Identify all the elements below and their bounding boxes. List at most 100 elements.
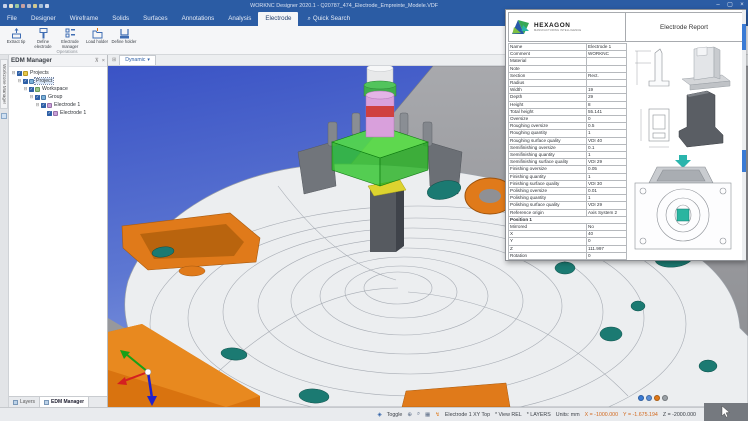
quick-access-icon[interactable] bbox=[27, 4, 31, 8]
load-holder-button[interactable]: Load holder bbox=[84, 27, 110, 49]
tab-annotations[interactable]: Annotations bbox=[175, 12, 222, 26]
report-row-value bbox=[587, 58, 627, 65]
report-row-value: Axis System 2 bbox=[587, 209, 627, 216]
checkbox-icon[interactable]: ✓ bbox=[47, 111, 52, 116]
expander-icon[interactable]: ⊟ bbox=[17, 78, 22, 84]
tab-analysis[interactable]: Analysis bbox=[221, 12, 258, 26]
tab-wireframe[interactable]: Wireframe bbox=[63, 12, 106, 26]
report-row-label: Rotation bbox=[509, 252, 587, 259]
toggle-label[interactable]: Toggle bbox=[387, 412, 403, 418]
close-icon[interactable]: × bbox=[102, 58, 105, 64]
tree-node-workspace[interactable]: ⊟ ✓ Workspace bbox=[23, 85, 107, 93]
coord-z: Z = -2000.000 bbox=[663, 412, 696, 418]
pin-icon[interactable]: ⊼ bbox=[95, 58, 99, 64]
report-row-label: Roughing quantity bbox=[509, 130, 587, 137]
quick-access-icon[interactable] bbox=[45, 4, 49, 8]
report-row-value: 0.05 bbox=[587, 166, 627, 173]
report-row: Roughing quantity 1 bbox=[509, 130, 627, 137]
quick-access-icon[interactable] bbox=[21, 4, 25, 8]
report-row-value: VDI 30 bbox=[587, 180, 627, 187]
viewport-tool-icon[interactable] bbox=[646, 395, 652, 401]
toggle-icon[interactable]: ◈ bbox=[378, 412, 382, 418]
tab-edm-manager[interactable]: EDM Manager bbox=[40, 397, 89, 407]
button-label: Electrode manager bbox=[57, 40, 83, 49]
report-row-value: VDI 29 bbox=[587, 159, 627, 166]
electrode-shank bbox=[370, 190, 396, 252]
report-row-label: X bbox=[509, 231, 587, 238]
checkbox-icon[interactable]: ✓ bbox=[29, 87, 34, 92]
magnifier-icon[interactable]: ⌕ bbox=[417, 411, 420, 418]
window-title: WORKNC Designer 2020.1 - Q20787_474_Elec… bbox=[250, 3, 438, 9]
checkbox-icon[interactable]: ✓ bbox=[41, 103, 46, 108]
tab-electrode[interactable]: Electrode bbox=[258, 12, 298, 26]
report-row-value: 0 bbox=[587, 238, 627, 245]
tab-label: Layers bbox=[20, 399, 35, 405]
define-electrode-button[interactable]: Define electrode bbox=[30, 27, 56, 49]
expander-icon[interactable]: ⊟ bbox=[23, 86, 28, 92]
quick-access-icon[interactable] bbox=[9, 4, 13, 8]
report-row: Y 0 bbox=[509, 238, 627, 245]
tab-label: EDM Manager bbox=[51, 399, 84, 405]
report-row-label: Comment bbox=[509, 51, 587, 58]
expander-icon[interactable]: ⊟ bbox=[35, 102, 40, 108]
position-header: Position 1 bbox=[509, 216, 627, 223]
report-row: Polishing oversize 0.01 bbox=[509, 188, 627, 195]
tab-designer[interactable]: Designer bbox=[24, 12, 63, 26]
view-tab-dynamic[interactable]: Dynamic ▾ bbox=[119, 55, 156, 65]
report-row: Width 19 bbox=[509, 87, 627, 94]
button-label: Define holder bbox=[111, 40, 137, 45]
drawing-front-view bbox=[641, 109, 669, 147]
extract-tip-button[interactable]: Extract tip bbox=[3, 27, 29, 49]
expander-icon[interactable]: ⊟ bbox=[29, 94, 34, 100]
quick-access-icon[interactable] bbox=[15, 4, 19, 8]
electrode-drawings bbox=[627, 43, 739, 255]
viewport-tool-icon[interactable] bbox=[654, 395, 660, 401]
viewport-tool-icon[interactable] bbox=[662, 395, 668, 401]
tab-layers[interactable]: Layers bbox=[9, 397, 40, 407]
checkbox-icon[interactable]: ✓ bbox=[35, 95, 40, 100]
report-row-value: 0 bbox=[587, 116, 627, 123]
quick-search[interactable]: ⌕ Quick Search bbox=[298, 12, 359, 26]
define-holder-button[interactable]: Define holder bbox=[111, 27, 137, 49]
viewport-tool-icon[interactable] bbox=[638, 395, 644, 401]
quick-access-icon[interactable] bbox=[3, 4, 7, 8]
sidebar-tab-workzone-manager[interactable]: Workzone Manager bbox=[0, 59, 8, 109]
report-row-label: Semifinishing surface quality bbox=[509, 159, 587, 166]
units-label: Units: mm bbox=[556, 412, 580, 418]
button-label: Extract tip bbox=[3, 40, 29, 45]
zoom-in-icon[interactable]: ⊕ bbox=[407, 412, 412, 418]
report-row: Section Rect. bbox=[509, 72, 627, 79]
report-row-label: Height bbox=[509, 101, 587, 108]
expander-icon[interactable]: ⊟ bbox=[11, 70, 16, 76]
report-title: Electrode Report bbox=[626, 12, 743, 42]
tree-node-project[interactable]: ⊟ ✓ Project bbox=[17, 77, 107, 85]
quick-access-icon[interactable] bbox=[33, 4, 37, 8]
tab-solids[interactable]: Solids bbox=[105, 12, 136, 26]
viewport-menu-icon[interactable]: ⊞ bbox=[112, 55, 116, 65]
tree-node-electrode-1[interactable]: ⊟ ✓ Electrode 1 bbox=[35, 101, 107, 109]
brand-subtitle: MANUFACTURING INTELLIGENCE bbox=[534, 29, 581, 32]
tab-surfaces[interactable]: Surfaces bbox=[136, 12, 174, 26]
report-row: Roughing surface quality VDI 40 bbox=[509, 137, 627, 144]
report-row-label: Finishing oversize bbox=[509, 166, 587, 173]
tab-file[interactable]: File bbox=[0, 12, 24, 26]
coord-x: X = -1000.000 bbox=[585, 412, 618, 418]
checkbox-icon[interactable]: ✓ bbox=[23, 79, 28, 84]
sidebar-tab-icon[interactable] bbox=[1, 113, 7, 119]
report-row: Polishing quantity 1 bbox=[509, 195, 627, 202]
report-row-value: 0.01 bbox=[587, 188, 627, 195]
tree-node-group[interactable]: ⊟ ✓ Group bbox=[29, 93, 107, 101]
report-row: Mirrored No bbox=[509, 224, 627, 231]
workspace-icon bbox=[35, 87, 40, 92]
tree-node-electrode-1-child[interactable]: ✓ Electrode 1 bbox=[41, 109, 107, 117]
quick-access-icon[interactable] bbox=[39, 4, 43, 8]
tree-label: Electrode 1 bbox=[53, 102, 81, 108]
tree-node-projects[interactable]: ⊟ ✓ Projects bbox=[11, 69, 107, 77]
grid-icon[interactable]: ▦ bbox=[425, 412, 430, 418]
tree-label: Workspace bbox=[41, 86, 69, 92]
report-scrollbar[interactable] bbox=[742, 10, 746, 260]
checkbox-icon[interactable]: ✓ bbox=[17, 71, 22, 76]
report-row: Note bbox=[509, 65, 627, 72]
report-header: HEXAGON MANUFACTURING INTELLIGENCE Elect… bbox=[508, 12, 743, 42]
electrode-manager-button[interactable]: Electrode manager bbox=[57, 27, 83, 49]
